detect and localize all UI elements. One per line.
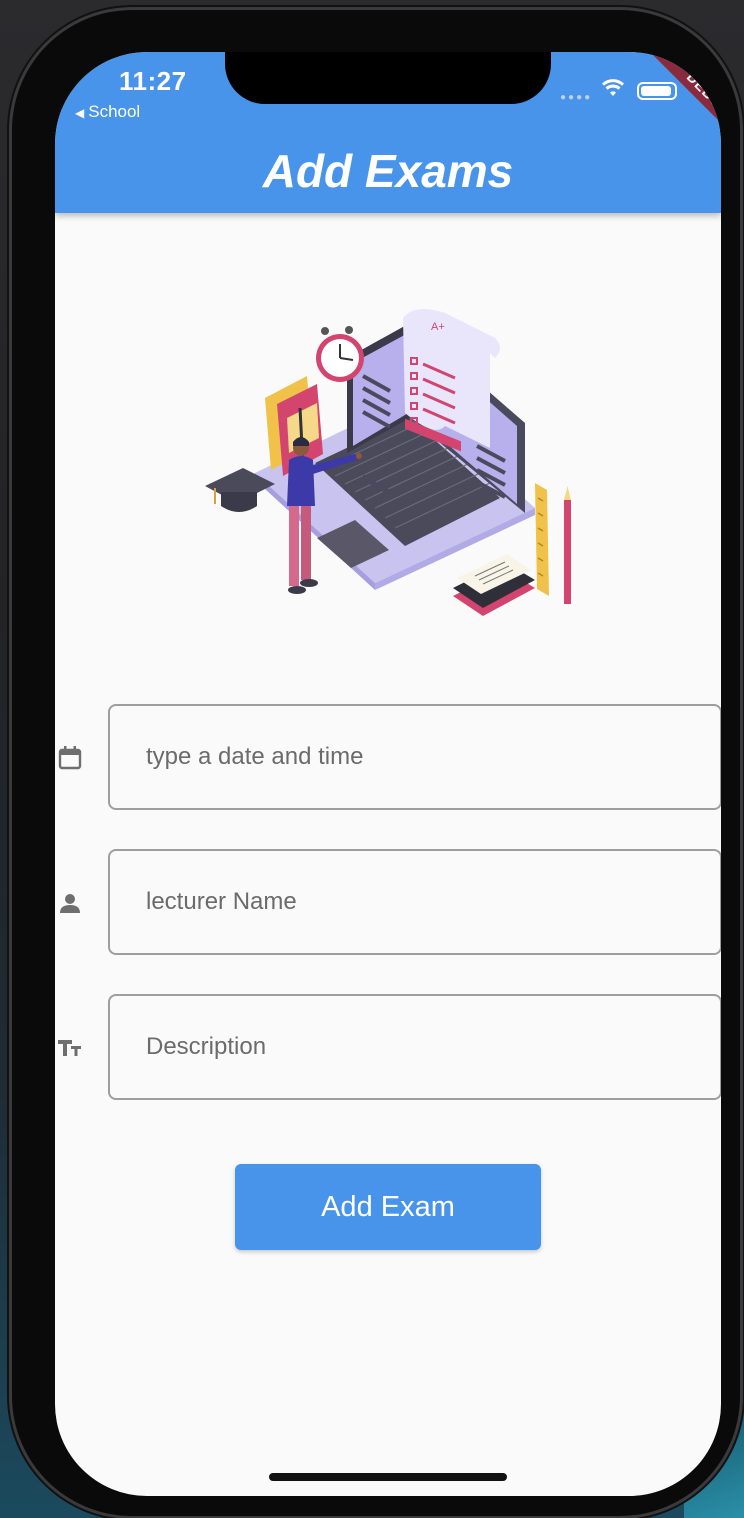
add-exam-button[interactable]: Add Exam: [235, 1164, 541, 1250]
svg-text:A+: A+: [431, 321, 445, 333]
page-title: Add Exams: [262, 145, 514, 197]
app-bar: 11:27 ◀ School ●●●● DEBUG Add Exams: [55, 52, 721, 213]
text-fields-icon: [55, 1033, 85, 1063]
person-icon: [55, 888, 85, 918]
calendar-icon: [55, 743, 85, 773]
lecturer-name-field[interactable]: [108, 849, 721, 955]
description-input[interactable]: [146, 996, 706, 1098]
wifi-icon: [602, 79, 624, 96]
back-label: School: [88, 102, 141, 121]
phone-frame: 11:27 ◀ School ●●●● DEBUG Add Exams A+ t…: [12, 10, 740, 1516]
date-time-input[interactable]: [146, 706, 706, 808]
battery-icon: [637, 82, 677, 100]
debug-banner: DEBUG: [651, 52, 721, 152]
app-screen: 11:27 ◀ School ●●●● DEBUG Add Exams A+ t…: [55, 52, 721, 1496]
exam-laptop-illustration: A+: [205, 309, 571, 616]
date-time-field[interactable]: [108, 704, 721, 810]
lecturer-name-input[interactable]: [146, 851, 706, 953]
home-indicator[interactable]: [269, 1473, 507, 1481]
notch: [225, 52, 551, 104]
back-triangle-icon: ◀: [75, 106, 85, 120]
cellular-signal-icon: ●●●●: [560, 92, 593, 103]
status-time: 11:27: [119, 66, 187, 96]
description-field[interactable]: [108, 994, 721, 1100]
back-to-app-link[interactable]: ◀ School: [75, 102, 140, 122]
